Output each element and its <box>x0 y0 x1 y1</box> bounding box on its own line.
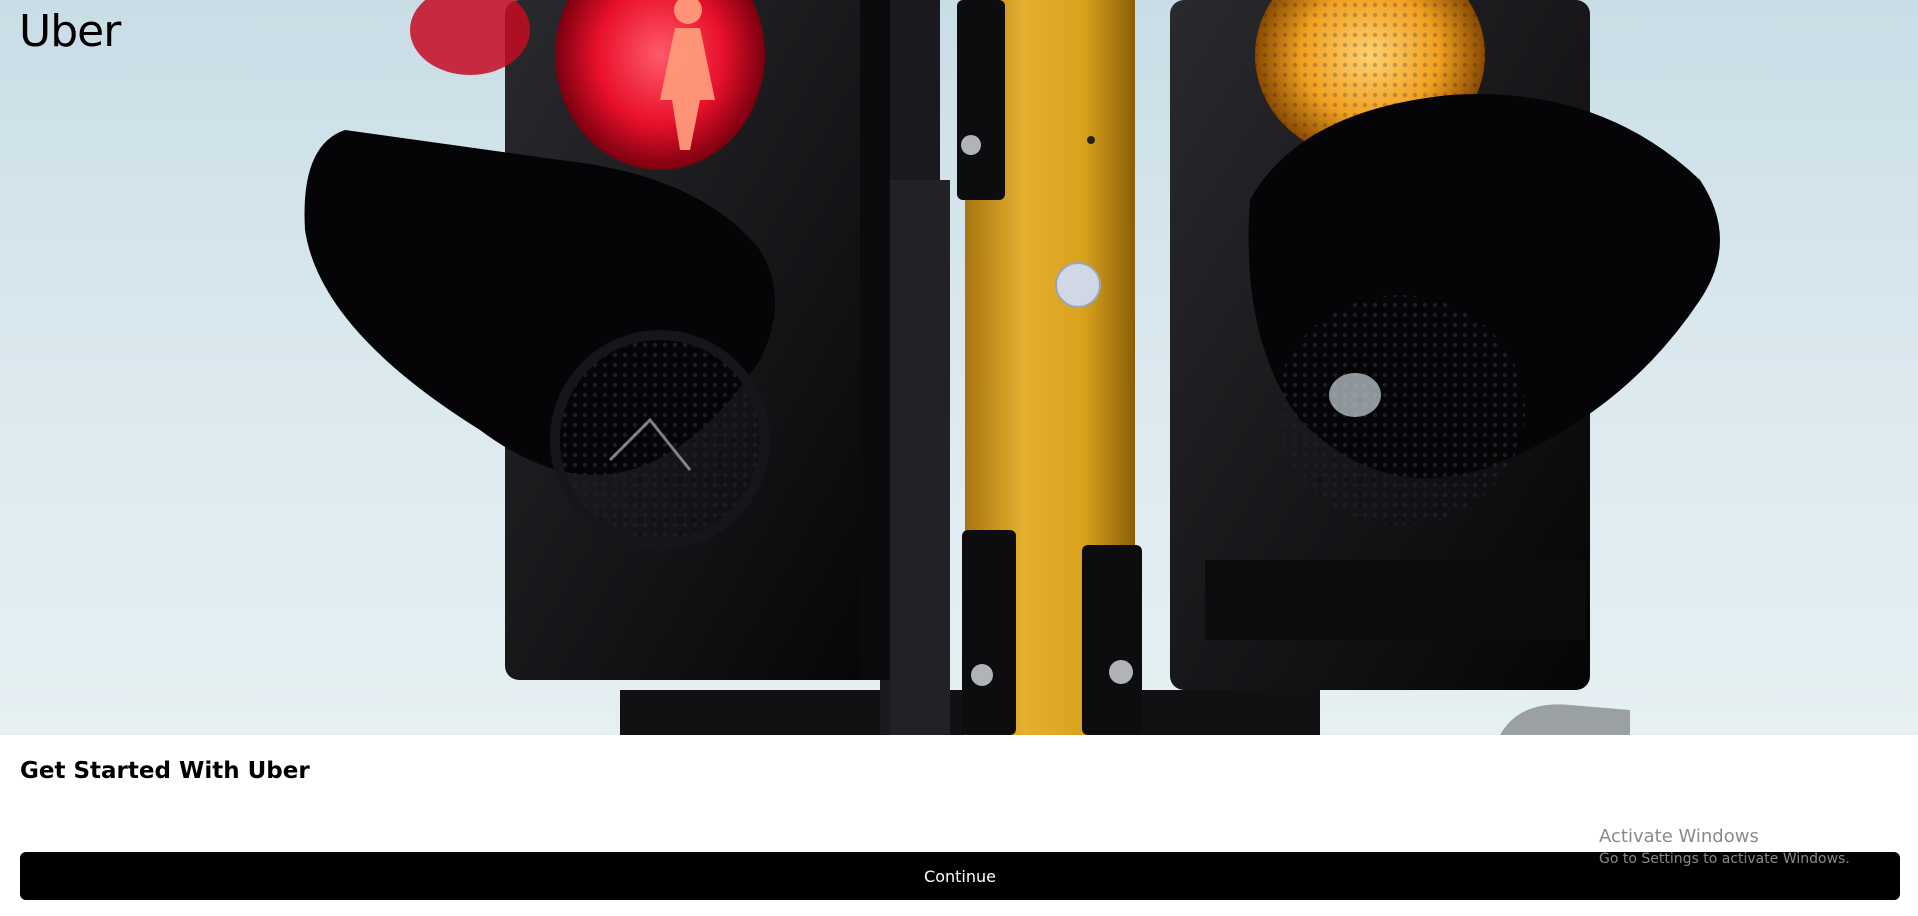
page-title: Get Started With Uber <box>20 758 310 784</box>
uber-logo[interactable]: Uber <box>19 10 121 54</box>
uber-get-started-screen: Uber Get Started With Uber Continue Acti… <box>0 0 1918 916</box>
watermark-line2: Go to Settings to activate Windows. <box>1599 851 1850 867</box>
windows-activation-watermark: Activate Windows Go to Settings to activ… <box>1599 826 1850 867</box>
hero-image: Uber <box>0 0 1918 735</box>
watermark-line1: Activate Windows <box>1599 826 1759 847</box>
traffic-lights-illustration <box>304 0 1720 735</box>
